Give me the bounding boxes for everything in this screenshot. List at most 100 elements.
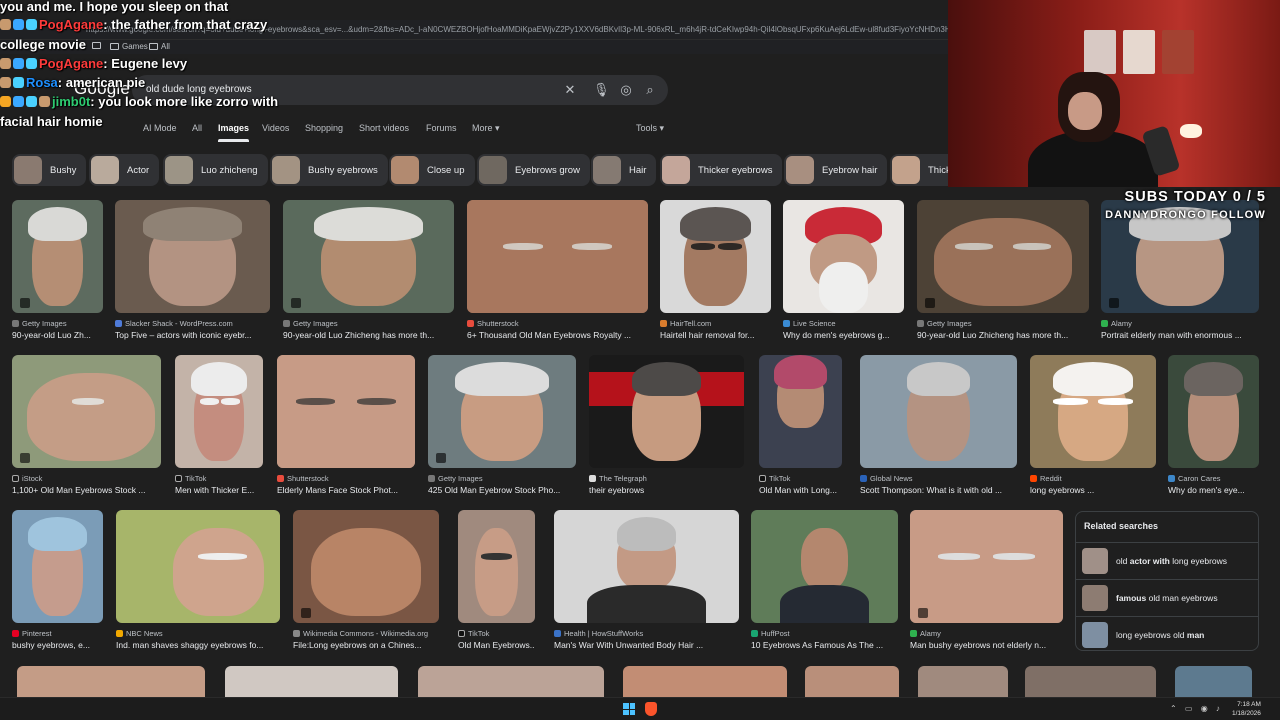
tab-shopping[interactable]: Shopping (305, 123, 343, 133)
chip-luo-zhicheng[interactable]: Luo zhicheng (163, 154, 268, 186)
result-source[interactable]: TikTok (458, 629, 535, 638)
result-image[interactable] (554, 510, 739, 623)
result-image[interactable] (283, 200, 454, 313)
result-source[interactable]: Slacker Shack - WordPress.com (115, 319, 270, 328)
result-image[interactable] (277, 355, 415, 468)
windows-start-icon[interactable] (623, 703, 635, 715)
result-image[interactable] (1030, 355, 1156, 468)
result-image[interactable] (12, 355, 161, 468)
tab-images[interactable]: Images (218, 123, 250, 142)
chip-eyebrow-hair[interactable]: Eyebrow hair (784, 154, 888, 186)
result-caption[interactable]: Man bushy eyebrows not elderly n... (910, 640, 1063, 650)
related-search-item[interactable]: famous old man eyebrows (1076, 579, 1258, 616)
result-image[interactable] (293, 510, 439, 623)
clear-icon[interactable]: ✕ (562, 82, 578, 98)
chip-eyebrows-grow[interactable]: Eyebrows grow (477, 154, 590, 186)
result-image[interactable] (589, 355, 744, 468)
result-image[interactable] (12, 200, 103, 313)
result-source[interactable]: Wikimedia Commons - Wikimedia.org (293, 629, 439, 638)
result-source[interactable]: Getty Images (428, 474, 576, 483)
result-image[interactable] (115, 200, 270, 313)
result-image[interactable] (116, 510, 280, 623)
lens-icon[interactable]: ◎ (618, 82, 634, 98)
result-caption[interactable]: Men with Thicker E... (175, 485, 263, 495)
result-caption[interactable]: Scott Thompson: What is it with old ... (860, 485, 1017, 495)
result-source[interactable]: Health | HowStuffWorks (554, 629, 739, 638)
result-image[interactable] (783, 200, 904, 313)
result-caption[interactable]: 1,100+ Old Man Eyebrows Stock ... (12, 485, 161, 495)
result-source[interactable]: NBC News (116, 629, 280, 638)
result-caption[interactable]: 10 Eyebrows As Famous As The ... (751, 640, 898, 650)
result-caption[interactable]: Old Man with Long... (759, 485, 842, 495)
result-caption[interactable]: bushy eyebrows, e... (12, 640, 103, 650)
result-caption[interactable]: Ind. man shaves shaggy eyebrows fo... (116, 640, 280, 650)
result-source[interactable]: HuffPost (751, 629, 898, 638)
result-caption[interactable]: their eyebrows (589, 485, 744, 495)
tab-ai-mode[interactable]: AI Mode (143, 123, 177, 133)
result-caption[interactable]: Old Man Eyebrows... (458, 640, 535, 650)
search-icon[interactable]: ⌕ (642, 82, 658, 98)
result-caption[interactable]: Portrait elderly man with enormous ... (1101, 330, 1259, 340)
result-caption[interactable]: 90-year-old Luo Zh... (12, 330, 103, 340)
bookmark-games[interactable]: Games (110, 42, 148, 51)
result-image[interactable] (428, 355, 576, 468)
result-image[interactable] (910, 510, 1063, 623)
tab-short-videos[interactable]: Short videos (359, 123, 409, 133)
related-search-label[interactable]: famous old man eyebrows (1116, 593, 1218, 603)
chip-bushy[interactable]: Bushy (12, 154, 87, 186)
result-image[interactable] (917, 200, 1089, 313)
related-search-item[interactable]: old actor with long eyebrows (1076, 542, 1258, 579)
bookmark-all[interactable]: All (149, 42, 170, 51)
chip-hair[interactable]: Hair (591, 154, 657, 186)
result-image[interactable] (860, 355, 1017, 468)
taskbar-clock[interactable]: 7:18 AM 1/18/2026 (1232, 700, 1261, 718)
chip-actor[interactable]: Actor (89, 154, 160, 186)
result-image[interactable] (1168, 355, 1259, 468)
result-image[interactable] (458, 510, 535, 623)
result-caption[interactable]: 425 Old Man Eyebrow Stock Pho... (428, 485, 576, 495)
result-image[interactable] (751, 510, 898, 623)
system-tray-icons[interactable]: ⌃ ▭ ◉ ♪ (1170, 704, 1223, 713)
chip-close-up[interactable]: Close up (389, 154, 475, 186)
chip-thick[interactable]: Thick (890, 154, 948, 186)
result-caption[interactable]: Elderly Mans Face Stock Phot... (277, 485, 415, 495)
tab-tools[interactable]: Tools ▾ (636, 123, 664, 134)
result-source[interactable]: Shutterstock (467, 319, 648, 328)
tab-more[interactable]: More ▾ (472, 123, 500, 134)
result-image[interactable] (175, 355, 263, 468)
related-search-item[interactable]: long eyebrows old man (1076, 616, 1258, 653)
result-source[interactable]: HairTell.com (660, 319, 771, 328)
result-image[interactable] (12, 510, 103, 623)
result-source[interactable]: Alamy (1101, 319, 1259, 328)
related-search-label[interactable]: long eyebrows old man (1116, 630, 1204, 640)
result-source[interactable]: Global News (860, 474, 1017, 483)
result-caption[interactable]: Why do men's eyebrows g... (783, 330, 904, 340)
result-source[interactable]: TikTok (759, 474, 842, 483)
result-source[interactable]: The Telegraph (589, 474, 744, 483)
result-source[interactable]: Live Science (783, 319, 904, 328)
tab-videos[interactable]: Videos (262, 123, 289, 133)
result-source[interactable]: Getty Images (12, 319, 103, 328)
result-caption[interactable]: File:Long eyebrows on a Chines... (293, 640, 439, 650)
result-caption[interactable]: Why do men's eye... (1168, 485, 1259, 495)
result-source[interactable]: Getty Images (917, 319, 1089, 328)
result-caption[interactable]: Top Five – actors with iconic eyebr... (115, 330, 270, 340)
tab-forums[interactable]: Forums (426, 123, 457, 133)
result-caption[interactable]: Hairtell hair removal for... (660, 330, 771, 340)
result-source[interactable]: Reddit (1030, 474, 1156, 483)
result-image[interactable] (467, 200, 648, 313)
result-source[interactable]: Alamy (910, 629, 1063, 638)
brave-browser-icon[interactable] (645, 702, 657, 716)
chip-bushy-eyebrows[interactable]: Bushy eyebrows (270, 154, 388, 186)
result-source[interactable]: Shutterstock (277, 474, 415, 483)
result-source[interactable]: TikTok (175, 474, 263, 483)
result-image[interactable] (660, 200, 771, 313)
result-caption[interactable]: Man's War With Unwanted Body Hair ... (554, 640, 739, 650)
related-search-label[interactable]: old actor with long eyebrows (1116, 556, 1227, 566)
result-caption[interactable]: 6+ Thousand Old Man Eyebrows Royalty ... (467, 330, 648, 340)
result-caption[interactable]: 90-year-old Luo Zhicheng has more th... (917, 330, 1089, 340)
microphone-icon[interactable]: 🎙 (593, 82, 610, 98)
result-source[interactable]: Pinterest (12, 629, 103, 638)
tab-all[interactable]: All (192, 123, 202, 133)
result-caption[interactable]: 90-year-old Luo Zhicheng has more th... (283, 330, 454, 340)
